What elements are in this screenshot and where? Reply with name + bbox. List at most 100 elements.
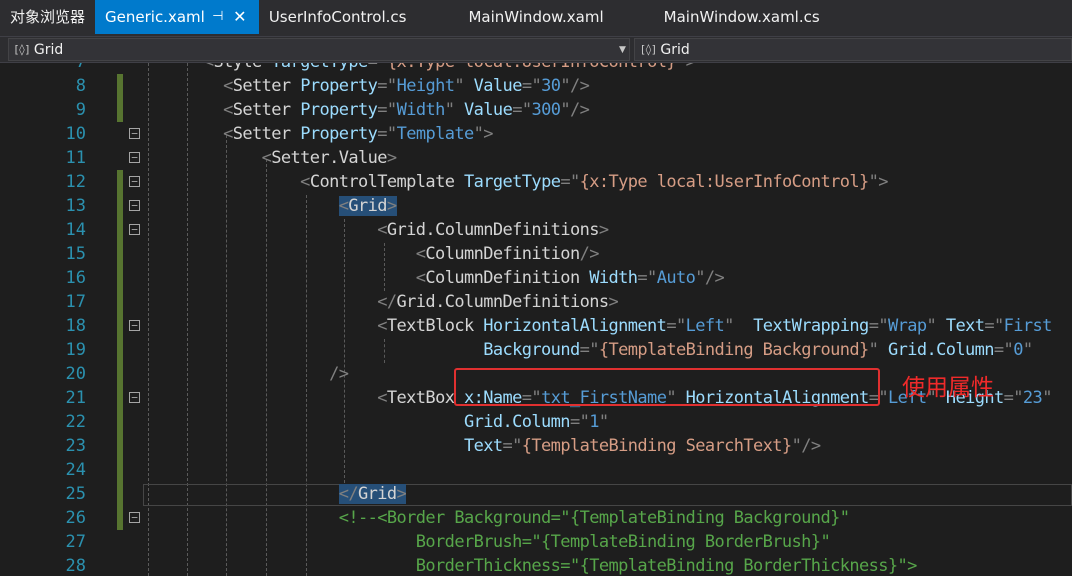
element-icon: [◊]: [639, 43, 657, 56]
tab-mainwindow-xaml-cs[interactable]: MainWindow.xaml.cs: [654, 0, 830, 34]
collapse-icon[interactable]: −: [129, 320, 140, 331]
code-token: 300: [531, 100, 562, 120]
line-number: 25: [65, 484, 86, 504]
code-token: Property: [300, 100, 378, 120]
code-token: ": [454, 76, 465, 96]
code-text: </Grid>: [146, 482, 407, 506]
code-token: First: [1003, 316, 1053, 336]
code-token: TextWrapping: [753, 316, 869, 336]
code-line[interactable]: 19 Background="{TemplateBinding Backgrou…: [0, 338, 1072, 362]
code-text: Background="{TemplateBinding Background}…: [146, 338, 1033, 362]
code-token: <: [415, 244, 426, 264]
code-line[interactable]: 24: [0, 458, 1072, 482]
code-token: =": [868, 316, 889, 336]
collapse-icon[interactable]: −: [129, 152, 140, 163]
code-token: "/>: [695, 268, 725, 288]
code-token: Property: [300, 124, 378, 144]
code-token: 23: [1022, 388, 1043, 408]
code-token: ">: [473, 124, 494, 144]
collapse-icon[interactable]: −: [129, 512, 140, 523]
code-text: <ControlTemplate TargetType="{x:Type loc…: [146, 170, 888, 194]
collapse-icon[interactable]: −: [129, 200, 140, 211]
code-token: "/>: [560, 100, 590, 120]
element-member-dropdown[interactable]: [◊] Grid: [634, 38, 1072, 61]
code-token: <: [415, 268, 426, 288]
code-line[interactable]: 11 − <Setter.Value>: [0, 146, 1072, 170]
code-text: <Setter Property="Template">: [146, 122, 493, 146]
code-token: TargetType: [463, 172, 561, 192]
change-indicator: [117, 458, 123, 482]
collapse-icon[interactable]: −: [129, 392, 140, 403]
code-text: <Setter Property="Width" Value="300"/>: [146, 98, 590, 122]
line-number: 22: [65, 412, 86, 432]
change-indicator: [117, 218, 123, 242]
collapse-icon[interactable]: −: [129, 224, 140, 235]
code-editor[interactable]: 7 <Style TargetType="{x:Type local:UserI…: [0, 63, 1072, 576]
code-line[interactable]: 7 <Style TargetType="{x:Type local:UserI…: [0, 63, 1072, 74]
code-token: Text: [463, 436, 503, 456]
code-text: <ColumnDefinition Width="Auto"/>: [146, 266, 725, 290]
code-line[interactable]: 13 − <Grid>: [0, 194, 1072, 218]
code-line[interactable]: 16 <ColumnDefinition Width="Auto"/>: [0, 266, 1072, 290]
code-line[interactable]: 25 </Grid>: [0, 482, 1072, 506]
change-indicator: [117, 74, 123, 98]
annotation-highlight-box: [454, 368, 880, 406]
code-line[interactable]: 9 <Setter Property="Width" Value="300"/>: [0, 98, 1072, 122]
code-text: </Grid.ColumnDefinitions>: [146, 290, 618, 314]
element-scope-dropdown[interactable]: [◊] Grid ▼: [8, 38, 631, 61]
code-line[interactable]: 12 − <ControlTemplate TargetType="{x:Type…: [0, 170, 1072, 194]
code-token: TextBlock: [386, 316, 474, 336]
code-token: =": [512, 100, 532, 120]
code-line[interactable]: 17 </Grid.ColumnDefinitions>: [0, 290, 1072, 314]
code-line[interactable]: 23 Text="{TemplateBinding SearchText}"/>: [0, 434, 1072, 458]
code-token: ColumnDefinition: [425, 268, 580, 288]
collapse-icon[interactable]: −: [129, 176, 140, 187]
code-line[interactable]: 10 − <Setter Property="Template">: [0, 122, 1072, 146]
code-line[interactable]: 18− <TextBlock HorizontalAlignment="Left…: [0, 314, 1072, 338]
chevron-down-icon[interactable]: ▼: [615, 45, 629, 55]
code-token: Width: [396, 100, 446, 120]
code-line[interactable]: 27 BorderBrush="{TemplateBinding BorderB…: [0, 530, 1072, 554]
code-token: >: [396, 484, 407, 504]
tab-generic-xaml[interactable]: Generic.xaml ⊣ ✕: [95, 0, 259, 34]
code-line[interactable]: 22 Grid.Column="1": [0, 410, 1072, 434]
code-line[interactable]: 26 − <!--<Border Background="{TemplateBin…: [0, 506, 1072, 530]
tab-userinfocontrol-cs[interactable]: UserInfoControl.cs: [259, 0, 417, 34]
tab-mainwindow-xaml[interactable]: MainWindow.xaml: [458, 0, 613, 34]
code-token: <: [223, 100, 233, 120]
code-token: Grid: [357, 484, 397, 504]
code-token: </: [338, 484, 359, 504]
line-number: 24: [65, 460, 86, 480]
pin-icon[interactable]: ⊣: [209, 0, 227, 34]
tab-label: MainWindow.xaml.cs: [663, 8, 820, 26]
code-token: Style: [213, 63, 262, 72]
tab-object-browser[interactable]: 对象浏览器: [0, 0, 95, 34]
code-line[interactable]: 15 <ColumnDefinition/>: [0, 242, 1072, 266]
code-token: ": [724, 316, 734, 336]
code-token: ": [598, 412, 609, 432]
code-token: =": [579, 340, 600, 360]
code-token: TargetType: [271, 63, 368, 72]
element-scope-label: Grid: [33, 41, 64, 58]
code-line[interactable]: 28 BorderThickness="{TemplateBinding Bor…: [0, 554, 1072, 576]
collapse-icon[interactable]: −: [129, 128, 140, 139]
change-indicator: [117, 266, 123, 290]
code-token: Grid.ColumnDefinitions: [386, 220, 600, 240]
code-text: <Setter.Value>: [146, 146, 397, 170]
code-text: <TextBlock HorizontalAlignment="Left" Te…: [146, 314, 1052, 338]
code-token: {x:Type local:UserInfoControl}: [387, 63, 677, 72]
change-indicator: [117, 434, 123, 458]
code-line[interactable]: 8 <Setter Property="Height" Value="30"/>: [0, 74, 1072, 98]
line-number: 14: [65, 220, 86, 240]
code-line[interactable]: 14 − <Grid.ColumnDefinitions>: [0, 218, 1072, 242]
line-number: 28: [65, 556, 86, 576]
code-token: <: [377, 316, 387, 336]
code-token: =": [377, 100, 397, 120]
close-icon[interactable]: ✕: [231, 0, 249, 34]
line-number: 12: [65, 172, 86, 192]
document-tab-strip: 对象浏览器 Generic.xaml ⊣ ✕ UserInfoControl.c…: [0, 0, 1072, 37]
